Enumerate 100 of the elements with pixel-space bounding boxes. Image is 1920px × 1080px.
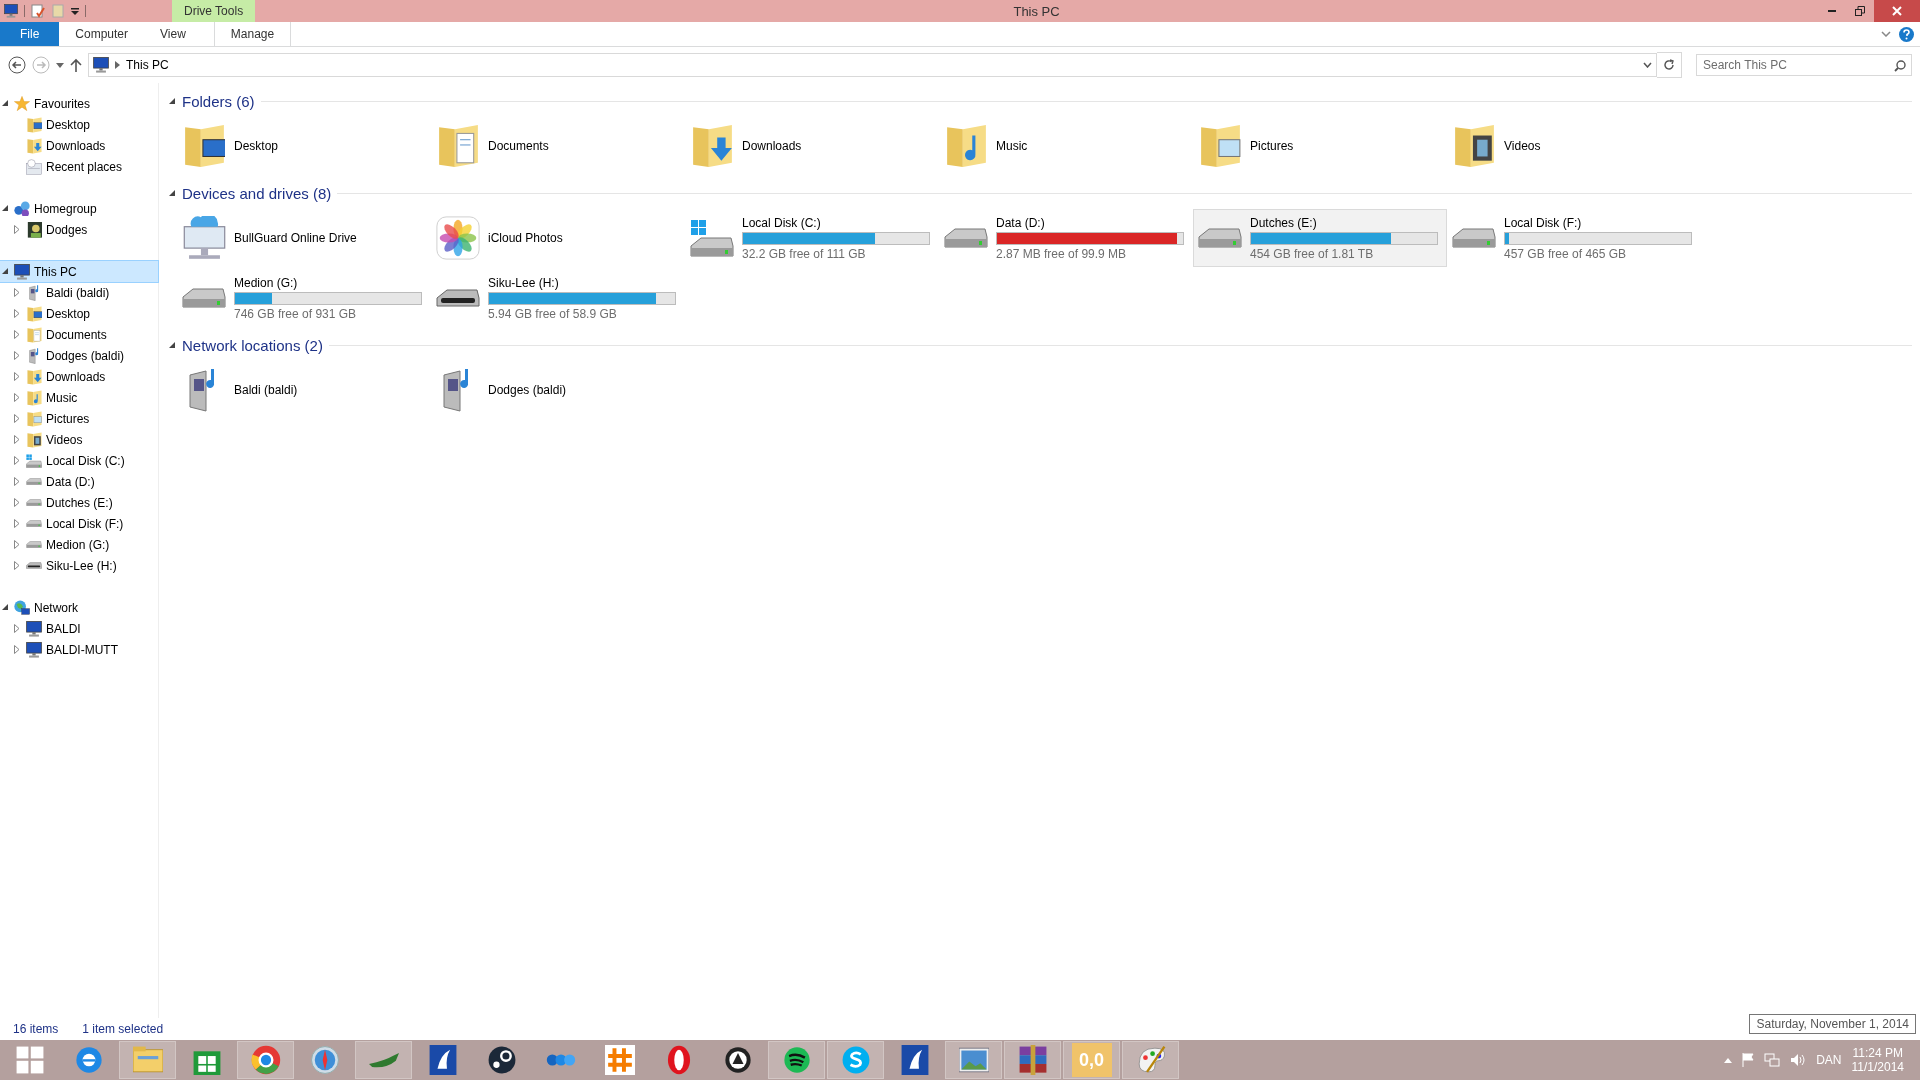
paint-taskbar-icon[interactable] xyxy=(1122,1041,1179,1079)
help-icon[interactable] xyxy=(1899,26,1914,42)
tree-item[interactable]: Pictures xyxy=(0,408,158,429)
ribbon-tab[interactable]: Computer xyxy=(59,22,145,46)
folder-item[interactable]: Pictures xyxy=(1193,117,1447,175)
tree-item[interactable]: This PC xyxy=(0,261,158,282)
folder-item[interactable]: Music xyxy=(939,117,1193,175)
tree-item[interactable]: Homegroup xyxy=(0,198,158,219)
drive-item[interactable]: Dutches (E:) 454 GB free of 1.81 TB xyxy=(1193,209,1447,267)
back-button[interactable] xyxy=(8,56,26,74)
tree-item[interactable]: Music xyxy=(0,387,158,408)
tree-item[interactable]: Favourites xyxy=(0,93,158,114)
tree-item[interactable]: Dodges (baldi) xyxy=(0,345,158,366)
drive-item[interactable]: Local Disk (F:) 457 GB free of 465 GB xyxy=(1447,209,1701,267)
expanded-arrow-icon[interactable] xyxy=(169,98,176,105)
forward-button[interactable] xyxy=(32,56,50,74)
collapsed-arrow-icon[interactable] xyxy=(14,456,20,465)
up-button[interactable] xyxy=(70,58,82,72)
tree-item[interactable]: Dutches (E:) xyxy=(0,492,158,513)
tree-item[interactable]: Recent places xyxy=(0,156,158,177)
search-icon[interactable] xyxy=(1894,60,1906,72)
tree-item[interactable]: BALDI xyxy=(0,618,158,639)
collapsed-arrow-icon[interactable] xyxy=(14,519,20,528)
collapsed-arrow-icon[interactable] xyxy=(14,309,20,318)
archive-taskbar-icon[interactable] xyxy=(1004,1041,1061,1079)
collapsed-arrow-icon[interactable] xyxy=(14,624,20,633)
collapsed-arrow-icon[interactable] xyxy=(14,561,20,570)
tree-item[interactable]: Data (D:) xyxy=(0,471,158,492)
ribbon-tab[interactable]: View xyxy=(144,22,202,46)
device-item[interactable]: Dodges (baldi) xyxy=(431,361,685,419)
collapsed-arrow-icon[interactable] xyxy=(14,435,20,444)
tree-item[interactable]: Desktop xyxy=(0,303,158,324)
collapsed-arrow-icon[interactable] xyxy=(14,351,20,360)
bird-icon xyxy=(427,1045,458,1075)
collapsed-arrow-icon[interactable] xyxy=(14,498,20,507)
tree-item[interactable]: Local Disk (F:) xyxy=(0,513,158,534)
section-header[interactable]: Network locations (2) xyxy=(182,336,323,354)
close-button[interactable] xyxy=(1874,0,1920,22)
collapsed-arrow-icon[interactable] xyxy=(14,414,20,423)
collapsed-arrow-icon[interactable] xyxy=(14,372,20,381)
computer-icon xyxy=(4,4,18,18)
tree-item[interactable]: BALDI-MUTT xyxy=(0,639,158,660)
properties-icon[interactable] xyxy=(31,4,45,18)
folder-icon xyxy=(945,124,987,168)
browser-taskbar-icon[interactable] xyxy=(237,1041,294,1079)
network-icon[interactable] xyxy=(1764,1053,1781,1067)
tree-item[interactable]: Baldi (baldi) xyxy=(0,282,158,303)
ribbon-tab[interactable]: File xyxy=(0,22,60,46)
tree-item[interactable]: Medion (G:) xyxy=(0,534,158,555)
tree-item[interactable]: Downloads xyxy=(0,135,158,156)
folder-icon xyxy=(437,124,479,168)
refresh-button[interactable] xyxy=(1657,52,1682,78)
tree-item[interactable]: Desktop xyxy=(0,114,158,135)
tree-item[interactable]: Dodges xyxy=(0,219,158,240)
volume-icon[interactable] xyxy=(1790,1053,1807,1067)
show-hidden-icons[interactable] xyxy=(1724,1057,1733,1063)
folder-taskbar-icon[interactable] xyxy=(119,1041,176,1079)
collapsed-arrow-icon[interactable] xyxy=(14,225,20,234)
folder-item[interactable]: Desktop xyxy=(177,117,431,175)
tree-item[interactable]: Downloads xyxy=(0,366,158,387)
flag-icon[interactable] xyxy=(1742,1053,1755,1067)
collapsed-arrow-icon[interactable] xyxy=(14,330,20,339)
recent-locations-button[interactable] xyxy=(56,62,64,68)
device-item[interactable]: Baldi (baldi) xyxy=(177,361,431,419)
device-item[interactable]: iCloud Photos xyxy=(431,209,685,267)
ribbon-tab[interactable]: Manage xyxy=(213,22,292,46)
section-header[interactable]: Folders (6) xyxy=(182,92,255,110)
folder-item[interactable]: Downloads xyxy=(685,117,939,175)
folder-item[interactable]: Documents xyxy=(431,117,685,175)
expanded-arrow-icon[interactable] xyxy=(169,342,176,349)
expanded-arrow-icon[interactable] xyxy=(169,190,176,197)
collapsed-arrow-icon[interactable] xyxy=(14,645,20,654)
drive-item[interactable]: Data (D:) 2.87 MB free of 99.9 MB xyxy=(939,209,1193,267)
address-bar[interactable]: This PC xyxy=(88,53,1657,77)
section-header[interactable]: Devices and drives (8) xyxy=(182,184,332,202)
search-field[interactable]: Search This PC xyxy=(1696,54,1912,76)
drive-item[interactable]: Siku-Lee (H:) 5.94 GB free of 58.9 GB xyxy=(431,269,685,327)
restore-icon xyxy=(1855,6,1865,16)
expanded-arrow-icon[interactable] xyxy=(1,604,9,611)
drive-item[interactable]: Local Disk (C:) 32.2 GB free of 111 GB xyxy=(685,209,939,267)
expand-ribbon-icon[interactable] xyxy=(1881,31,1891,37)
folder-item[interactable]: Videos xyxy=(1447,117,1701,175)
expanded-arrow-icon[interactable] xyxy=(1,205,9,212)
tree-item[interactable]: Local Disk (C:) xyxy=(0,450,158,471)
collapsed-arrow-icon[interactable] xyxy=(14,540,20,549)
tree-item[interactable]: Network xyxy=(0,597,158,618)
collapsed-arrow-icon[interactable] xyxy=(14,393,20,402)
expanded-arrow-icon[interactable] xyxy=(1,268,9,275)
tree-item[interactable]: Siku-Lee (H:) xyxy=(0,555,158,576)
expanded-arrow-icon[interactable] xyxy=(1,100,9,107)
tree-item[interactable]: Documents xyxy=(0,324,158,345)
tree-item[interactable]: Videos xyxy=(0,429,158,450)
device-item[interactable]: BullGuard Online Drive xyxy=(177,209,431,267)
collapsed-arrow-icon[interactable] xyxy=(14,477,20,486)
drive-item[interactable]: Medion (G:) 746 GB free of 931 GB xyxy=(177,269,431,327)
music-taskbar-icon[interactable] xyxy=(768,1041,825,1079)
browser-icon xyxy=(73,1045,104,1075)
dropdown-icon[interactable] xyxy=(71,7,79,15)
dropdown-icon[interactable] xyxy=(1643,62,1652,68)
collapsed-arrow-icon[interactable] xyxy=(14,288,20,297)
